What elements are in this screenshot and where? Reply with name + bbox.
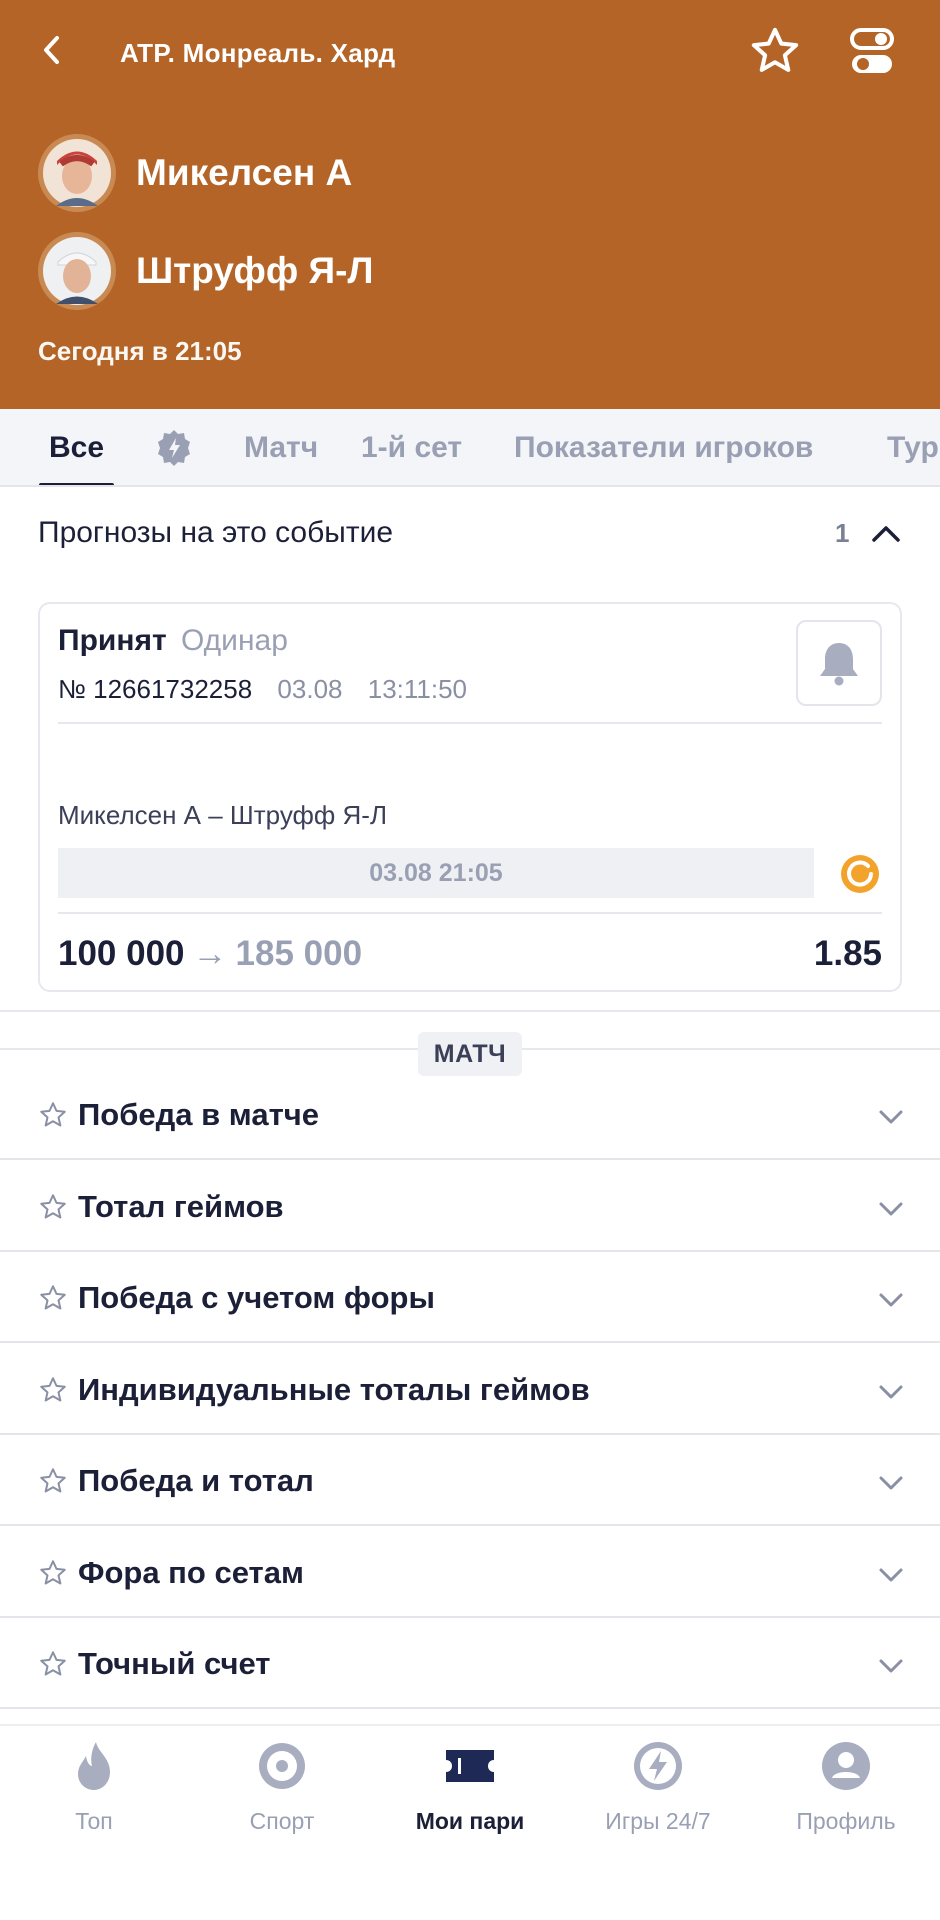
chevron-down-icon xyxy=(879,1202,903,1216)
market-label: Победа и тотал xyxy=(78,1463,314,1498)
nav-profile[interactable]: Профиль xyxy=(752,1726,940,1866)
lightning-icon xyxy=(634,1742,682,1790)
bet-number: № 12661732258 xyxy=(58,674,253,704)
nav-label: Топ xyxy=(75,1808,113,1834)
chevron-down-icon xyxy=(879,1110,903,1124)
bet-card[interactable]: Принят Одинар № 12661732258 03.08 13:11:… xyxy=(38,602,902,992)
bet-status: Принят Одинар xyxy=(58,624,288,658)
player-2-name: Штруфф Я-Л xyxy=(136,250,374,291)
tab-first-set[interactable]: 1-й сет xyxy=(361,409,462,485)
toggle-icon xyxy=(850,28,894,73)
market-label: Победа в матче xyxy=(78,1097,319,1132)
star-outline-icon[interactable] xyxy=(38,1649,68,1679)
chevron-left-icon xyxy=(44,36,59,64)
market-label: Тотал геймов xyxy=(78,1189,284,1224)
bet-event-start: 03.08 21:05 xyxy=(58,848,814,898)
bell-icon xyxy=(820,643,858,686)
pending-status-icon xyxy=(841,855,879,893)
back-button[interactable] xyxy=(30,28,74,72)
tab-match[interactable]: Матч xyxy=(244,409,318,485)
event-header: ATP. Монреаль. Хард Микелсен А Штруфф Я-… xyxy=(0,0,940,409)
nav-games[interactable]: Игры 24/7 xyxy=(564,1726,752,1866)
nav-label: Спорт xyxy=(249,1808,315,1834)
nav-label: Профиль xyxy=(796,1808,896,1834)
market-label: Фора по сетам xyxy=(78,1555,304,1590)
nav-top[interactable]: Топ xyxy=(0,1726,188,1866)
player-1-name: Микелсен А xyxy=(136,152,353,193)
market-row[interactable]: Точный счет xyxy=(0,1618,940,1709)
bet-type: Одинар xyxy=(181,624,288,657)
bet-event-name: Микелсен А – Штруфф Я-Л xyxy=(58,800,388,830)
market-label: Индивидуальные тоталы геймов xyxy=(78,1372,590,1407)
chevron-down-icon xyxy=(879,1659,903,1673)
market-row[interactable]: Победа с учетом форы xyxy=(0,1252,940,1343)
bet-odds: 1.85 xyxy=(813,934,882,973)
arrow-right-icon: → xyxy=(192,934,228,973)
bottom-navigation: Топ Спорт Мои пари Игры 24/7 Профиль xyxy=(0,1724,940,1920)
chevron-down-icon xyxy=(879,1476,903,1490)
star-icon xyxy=(751,27,799,72)
market-row[interactable]: Индивидуальные тоталы геймов xyxy=(0,1344,940,1435)
badge-settings-icon[interactable] xyxy=(154,428,194,468)
market-row[interactable]: Победа и тотал xyxy=(0,1435,940,1526)
star-outline-icon[interactable] xyxy=(38,1283,68,1313)
notify-button[interactable] xyxy=(796,620,882,706)
player-1-row: Микелсен А xyxy=(38,134,352,212)
bet-date: 03.08 xyxy=(277,674,343,704)
star-outline-icon[interactable] xyxy=(38,1100,68,1130)
chevron-down-icon xyxy=(879,1385,903,1399)
player-1-avatar xyxy=(38,134,116,212)
star-outline-icon[interactable] xyxy=(38,1466,68,1496)
player-2-row: Штруфф Я-Л xyxy=(38,232,373,310)
bet-amounts: 100 000 → 185 000 xyxy=(58,934,362,974)
tab-player-stats[interactable]: Показатели игроков xyxy=(514,409,813,485)
bet-time: 13:11:50 xyxy=(367,674,468,704)
player-2-avatar xyxy=(38,232,116,310)
flame-icon xyxy=(78,1742,110,1790)
nav-sport[interactable]: Спорт xyxy=(188,1726,376,1866)
market-label: Победа с учетом форы xyxy=(78,1280,435,1315)
user-icon xyxy=(822,1742,870,1790)
nav-my-bets[interactable]: Мои пари xyxy=(376,1726,564,1866)
card-divider xyxy=(58,722,882,724)
star-outline-icon[interactable] xyxy=(38,1375,68,1405)
nav-label: Игры 24/7 xyxy=(605,1808,711,1834)
star-outline-icon[interactable] xyxy=(38,1192,68,1222)
bet-stake: 100 000 xyxy=(58,934,185,973)
bet-potential-win: 185 000 xyxy=(235,934,363,973)
tournament-title: ATP. Монреаль. Хард xyxy=(120,38,396,68)
ticket-icon xyxy=(446,1750,494,1782)
card-divider xyxy=(58,912,882,914)
chevron-down-icon xyxy=(879,1293,903,1307)
market-row[interactable]: Фора по сетам xyxy=(0,1527,940,1618)
star-outline-icon[interactable] xyxy=(38,1558,68,1588)
section-divider xyxy=(0,1010,940,1012)
predictions-title: Прогнозы на это событие xyxy=(38,516,394,549)
settings-toggle-button[interactable] xyxy=(846,22,898,82)
tab-all[interactable]: Все xyxy=(38,409,115,485)
chevron-down-icon xyxy=(879,1568,903,1582)
nav-label: Мои пари xyxy=(415,1808,525,1834)
chevron-up-icon[interactable] xyxy=(868,516,904,552)
bet-id-row: № 12661732258 03.08 13:11:50 xyxy=(58,674,467,705)
predictions-count: 1 xyxy=(835,518,850,548)
favorite-button[interactable] xyxy=(744,20,806,82)
target-icon xyxy=(259,1743,305,1789)
market-row[interactable]: Победа в матче xyxy=(0,1069,940,1160)
match-start-time: Сегодня в 21:05 xyxy=(38,336,242,366)
bet-status-label: Принят xyxy=(58,624,167,657)
market-row[interactable]: Тотал геймов xyxy=(0,1161,940,1252)
market-tabs: Все Матч 1-й сет Показатели игроков Тур xyxy=(0,409,940,487)
market-label: Точный счет xyxy=(78,1646,271,1681)
tab-tournament[interactable]: Тур xyxy=(887,409,939,485)
